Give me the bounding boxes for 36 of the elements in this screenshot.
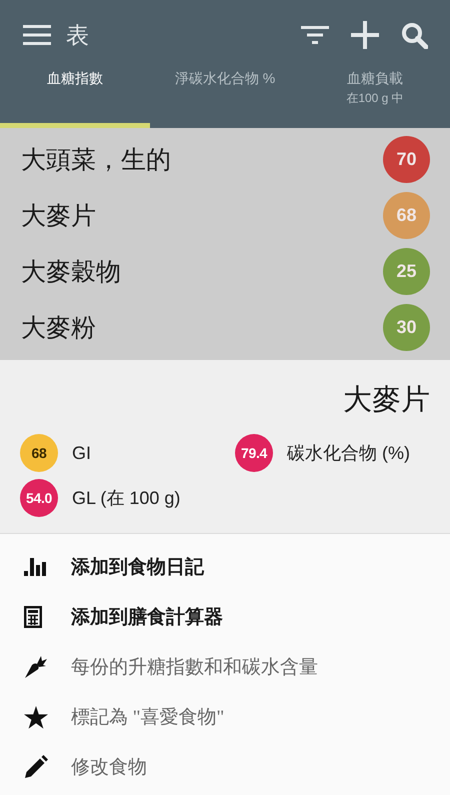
star-icon: [24, 706, 48, 728]
value-badge: 79.4: [235, 434, 273, 472]
menu-item[interactable]: 修改食物: [0, 742, 450, 792]
stat-label: GL (在 100 g): [72, 487, 180, 510]
gi-badge: 70: [383, 136, 430, 182]
gi-badge: 30: [383, 304, 430, 350]
food-name: 大麥穀物: [21, 258, 121, 288]
carrot-icon: [24, 655, 48, 679]
gi-badge: 25: [383, 248, 430, 294]
stat-label: GI: [72, 442, 92, 464]
tab[interactable]: 血糖負載 在100 g 中: [300, 70, 450, 128]
screen-title: 表: [66, 20, 90, 50]
bar-chart-icon: [24, 558, 46, 576]
food-row[interactable]: 大麥粉 30: [0, 299, 450, 355]
calculator-icon: [24, 606, 42, 628]
menu-item[interactable]: 每份的升糖指數和和碳水含量: [0, 642, 450, 692]
food-row[interactable]: 大麥片 68: [0, 187, 450, 243]
gi-badge: 68: [383, 192, 430, 238]
food-row[interactable]: 大頭菜，生的 70: [0, 131, 450, 187]
filter-icon[interactable]: [301, 25, 329, 45]
stat-label: 碳水化合物 (%): [287, 442, 410, 465]
tab[interactable]: 淨碳水化合物 %: [150, 70, 300, 128]
menu-item[interactable]: 標記為 "喜愛食物": [0, 692, 450, 742]
food-name: 大麥粉: [21, 314, 96, 344]
menu-item[interactable]: 添加到食物日記: [0, 542, 450, 592]
add-icon[interactable]: [351, 21, 379, 49]
value-badge: 54.0: [20, 479, 58, 517]
pencil-icon: [24, 755, 48, 779]
food-name: 大麥片: [21, 202, 96, 232]
menu-icon[interactable]: [23, 24, 51, 46]
menu-item[interactable]: 添加到膳食計算器: [0, 592, 450, 642]
food-row[interactable]: 大麥穀物 25: [0, 243, 450, 299]
value-badge: 68: [20, 434, 58, 472]
food-name: 大頭菜，生的: [21, 146, 171, 176]
food-title: 大麥片: [342, 383, 430, 418]
search-icon[interactable]: [401, 22, 428, 48]
